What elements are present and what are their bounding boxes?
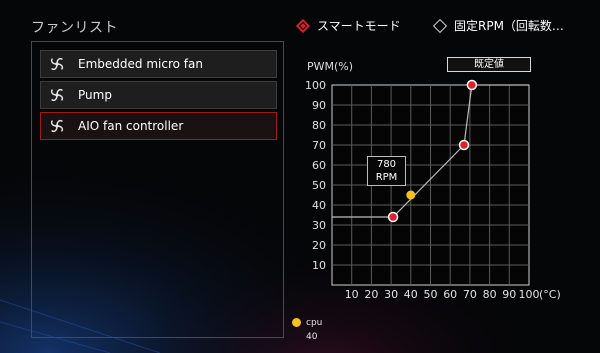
x-axis-unit: (°C) — [539, 288, 561, 301]
y-tick-label: 50 — [312, 179, 326, 192]
tooltip-rpm-unit: RPM — [375, 172, 398, 183]
x-tick-label: 10 — [345, 288, 359, 301]
x-tick-label: 40 — [404, 288, 418, 301]
x-tick-label: 20 — [364, 288, 378, 301]
x-tick-label: 30 — [384, 288, 398, 301]
y-tick-label: 80 — [312, 119, 326, 132]
x-tick-label: 90 — [502, 288, 516, 301]
x-tick-label: 60 — [443, 288, 457, 301]
x-tick-label: 50 — [424, 288, 438, 301]
cpu-legend-dot — [292, 318, 301, 327]
y-tick-label: 70 — [312, 139, 326, 152]
y-tick-label: 60 — [312, 159, 326, 172]
y-tick-label: 40 — [312, 199, 326, 212]
x-tick-label: 100 — [519, 288, 540, 301]
y-tick-label: 30 — [312, 219, 326, 232]
current-temperature-point — [406, 190, 416, 200]
curve-control-point[interactable] — [466, 79, 478, 91]
tooltip-rpm-value: 780 — [376, 159, 397, 170]
x-tick-label: 70 — [463, 288, 477, 301]
cpu-temperature-value: 40 — [306, 332, 318, 342]
y-tick-label: 10 — [312, 259, 326, 272]
x-tick-label: 80 — [483, 288, 497, 301]
y-tick-label: 100 — [305, 79, 326, 92]
cpu-legend-label: cpu — [306, 318, 323, 328]
fan-curve-chart[interactable]: 10 20 30 40 50 60 70 80 90 1001020304050607080901… — [0, 0, 600, 353]
rpm-tooltip: 780 RPM — [367, 156, 406, 186]
curve-control-point[interactable] — [387, 211, 399, 223]
y-tick-label: 20 — [312, 239, 326, 252]
y-tick-label: 90 — [312, 99, 326, 112]
curve-control-point[interactable] — [458, 139, 470, 151]
